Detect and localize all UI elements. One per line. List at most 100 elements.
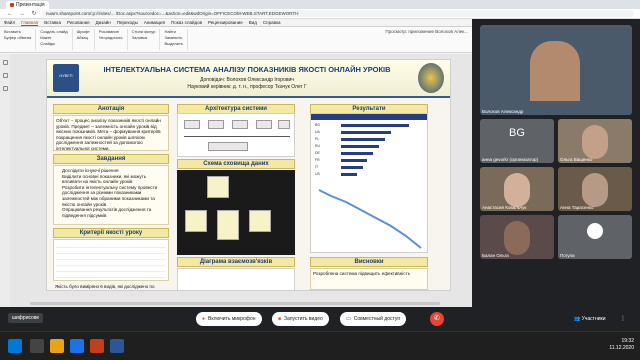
ribbon-group: Вставить Буфер обмена (4, 29, 37, 50)
ribbon-command[interactable]: Создать слайд (40, 29, 67, 34)
video-button[interactable]: ■ Запустить видео (272, 312, 329, 326)
scroll-thumb[interactable] (30, 302, 440, 305)
participant-name: Анастасия Ковальчук (482, 205, 527, 210)
ribbon-command[interactable]: Найти (164, 29, 182, 34)
slide[interactable]: НУВГП ІНТЕЛЕКТУАЛЬНА СИСТЕМА АНАЛІЗУ ПОК… (46, 59, 451, 291)
ribbon-command[interactable]: Стили фигур (132, 29, 156, 34)
interaction-header: Діаграма взаємозв'язків (177, 257, 295, 267)
ribbon-command[interactable]: Слайды (40, 41, 67, 46)
ribbon-command[interactable]: Макет (40, 35, 67, 40)
horizontal-scrollbar[interactable] (10, 300, 472, 307)
db-schema-header: Схема сховища даних (177, 159, 295, 169)
address-bar: ← → ↻ nuwm.sharepoint.com/:p:/r/sites/..… (0, 9, 640, 19)
slide-title: ІНТЕЛЕКТУАЛЬНА СИСТЕМА АНАЛІЗУ ПОКАЗНИКІ… (103, 65, 391, 74)
results-curve (318, 189, 422, 249)
participant-name: Анна Тарасенко (560, 205, 594, 210)
task-item: Опрацювання результатів дослідження та п… (62, 207, 166, 218)
result-bar (341, 131, 391, 134)
clock[interactable]: 19:32 11.12.2020 (609, 338, 634, 352)
slide-advisor: Науковий керівник: д. т. н., професор Тк… (187, 84, 307, 90)
participant-tile[interactable]: Ольга Ващенко (558, 119, 632, 163)
mic-label: Включить микрофон (208, 316, 256, 322)
ribbon-command[interactable]: Рисование (99, 29, 123, 34)
result-bar (341, 145, 379, 148)
folder-icon[interactable] (50, 339, 64, 353)
participant-video (504, 173, 530, 207)
ribbon-command[interactable]: Буфер обмена (4, 35, 31, 40)
arch-node (256, 120, 272, 129)
result-bar (341, 152, 373, 155)
participant-tile[interactable]: Анна Тарасенко (558, 167, 632, 211)
search-icon[interactable] (30, 339, 44, 353)
result-bar-label: FR (315, 158, 320, 162)
ribbon-tab[interactable]: Дизайн (96, 20, 111, 25)
chrome-icon[interactable] (70, 339, 84, 353)
coat-of-arms-logo (418, 63, 444, 93)
participant-tile[interactable]: Погула (558, 215, 632, 259)
share-notice: шифрисове (8, 313, 44, 323)
ribbon-group: Найти Заменить Выделить (164, 29, 188, 50)
arch-node (208, 142, 248, 151)
participant-initials: BG (509, 127, 525, 139)
ribbon-tab[interactable]: Вид (249, 20, 257, 25)
collab-label: Просмотр: приложение Волохов Алек... (385, 29, 468, 34)
participant-tile[interactable]: Анастасия Ковальчук (480, 167, 554, 211)
ribbon-command[interactable]: Упорядочить (99, 35, 123, 40)
video-label: Запустить видео (284, 316, 323, 322)
participant-tile[interactable]: Балан Ольга (480, 215, 554, 259)
result-bar (341, 124, 409, 127)
result-bar (341, 173, 357, 176)
word-app-icon[interactable] (110, 339, 124, 353)
meeting-panel: Волохов Александр BG анна gevorkr (орган… (472, 19, 640, 307)
db-table (185, 210, 207, 232)
ribbon-tab[interactable]: Рецензирование (208, 20, 243, 25)
back-button[interactable]: ← (6, 11, 14, 17)
notes-icon[interactable] (2, 73, 8, 78)
ribbon-command[interactable]: Заливка (132, 35, 156, 40)
ribbon-group: Создать слайд Макет Слайды (40, 29, 73, 50)
db-table (217, 210, 239, 240)
participant-name: Погула (560, 253, 575, 258)
powerpoint-icon (10, 2, 14, 7)
ribbon-command[interactable]: Абзац (77, 35, 90, 40)
start-icon[interactable] (8, 339, 22, 353)
ribbon-tab[interactable]: Анимация (144, 20, 165, 25)
ribbon-tab[interactable]: Главная (21, 20, 39, 26)
criteria-rows (56, 242, 166, 278)
mic-off-icon: ● (202, 316, 206, 322)
reload-button[interactable]: ↻ (30, 10, 38, 17)
ribbon-command[interactable]: Вставить (4, 29, 31, 34)
participants-label: Участники (581, 316, 606, 322)
ribbon-command[interactable]: Заменить (164, 35, 182, 40)
more-options-button[interactable]: ⋮ (620, 315, 626, 322)
url-field[interactable]: nuwm.sharepoint.com/:p:/r/sites/... /Doc… (42, 10, 634, 17)
ribbon-command[interactable]: Выделить (164, 41, 182, 46)
ribbon-tab[interactable]: Переходы (117, 20, 138, 25)
participant-name: анна gevorkr (организатор) (482, 157, 539, 162)
powerpoint-app-icon[interactable] (90, 339, 104, 353)
result-bar (341, 166, 363, 169)
results-chart: BG UA PL RU DE FR IT US (310, 113, 428, 253)
mic-button[interactable]: ● Включить микрофон (196, 312, 262, 326)
ribbon-tab[interactable]: Рисование (67, 20, 90, 25)
forward-button[interactable]: → (18, 11, 26, 17)
participants-button[interactable]: 👥 Участники (574, 316, 606, 322)
ribbon-tab[interactable]: Справка (263, 20, 281, 25)
ribbon-tab[interactable]: Файл (4, 20, 15, 25)
arch-node (184, 120, 200, 129)
ribbon-command[interactable]: Шрифт (77, 29, 90, 34)
ribbon-tab[interactable]: Вставка (44, 20, 61, 25)
ribbon-tab[interactable]: Показ слайдов (171, 20, 202, 25)
browser-tab-bar: Презентація (0, 0, 640, 9)
participant-tile[interactable]: BG анна gevorkr (организатор) (480, 119, 554, 163)
tasks-header: Завдання (53, 154, 169, 164)
browser-tab[interactable]: Презентація (6, 0, 49, 9)
slide-canvas: НУВГП ІНТЕЛЕКТУАЛЬНА СИСТЕМА АНАЛІЗУ ПОК… (10, 54, 472, 300)
university-logo: НУВГП (53, 64, 79, 92)
criteria-header: Критерії якості уроку (53, 228, 169, 238)
comments-icon[interactable] (2, 86, 8, 91)
share-button[interactable]: ▭ Совместный доступ (340, 312, 407, 326)
hangup-button[interactable]: ✆ (430, 312, 444, 326)
thumbnails-icon[interactable] (2, 60, 8, 65)
participant-tile[interactable]: Волохов Александр (480, 25, 632, 115)
